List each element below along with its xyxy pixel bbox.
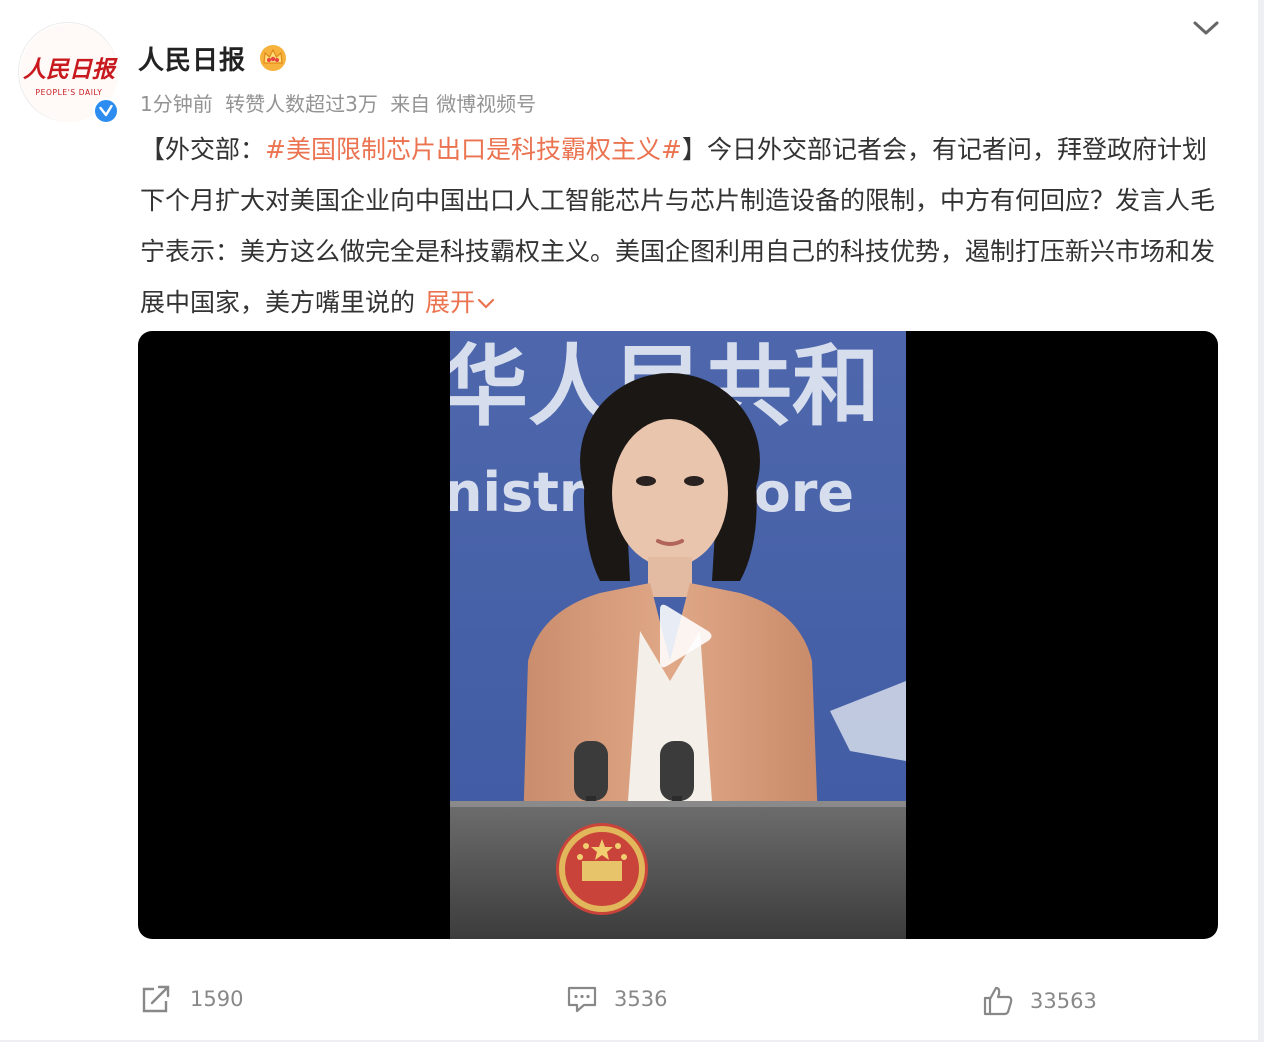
post-source[interactable]: 微博视频号 <box>436 92 536 116</box>
reposts-info: 转赞人数超过3万 <box>225 92 378 116</box>
crown-icon <box>260 45 286 71</box>
expand-link[interactable]: 展开 <box>425 288 495 317</box>
post-text: 【外交部：#美国限制芯片出口是科技霸权主义#】今日外交部记者会，有记者问，拜登政… <box>140 124 1220 328</box>
post-time[interactable]: 1分钟前 <box>140 92 213 116</box>
comment-button[interactable]: 3536 <box>566 982 667 1016</box>
like-button[interactable]: 33563 <box>982 984 1097 1018</box>
topic-link[interactable]: #美国限制芯片出口是科技霸权主义# <box>265 135 682 164</box>
like-count: 33563 <box>1030 989 1097 1013</box>
post-text-bracket-open: 【外交部： <box>140 135 266 164</box>
repost-count: 1590 <box>190 987 244 1011</box>
chevron-down-icon[interactable] <box>1190 14 1222 42</box>
verified-icon <box>93 98 119 124</box>
video-player[interactable]: 华人民共和 nistry of Fore <box>138 331 1218 939</box>
thumbs-up-icon <box>983 986 1013 1016</box>
svg-text:PEOPLE'S DAILY: PEOPLE'S DAILY <box>36 88 103 97</box>
play-icon[interactable] <box>632 596 724 676</box>
card-border-right <box>1258 0 1264 1042</box>
source-prefix: 来自 <box>390 92 431 116</box>
expand-label: 展开 <box>425 288 476 317</box>
account-name[interactable]: 人民日报 <box>138 40 246 77</box>
svg-text:人民日报: 人民日报 <box>23 56 118 83</box>
comment-count: 3536 <box>614 987 668 1011</box>
comment-icon <box>567 986 597 1013</box>
repost-icon <box>142 985 170 1013</box>
post-meta: 1分钟前 转赞人数超过3万 来自 微博视频号 <box>140 88 542 117</box>
weibo-post-card: 人民日报 PEOPLE'S DAILY 人民日报 1分钟前 转赞人数超过3万 来… <box>0 0 1258 1040</box>
expand-chevron-icon <box>477 298 495 309</box>
post-text-bracket-close: 】 <box>681 135 707 164</box>
repost-button[interactable]: 1590 <box>140 982 243 1016</box>
